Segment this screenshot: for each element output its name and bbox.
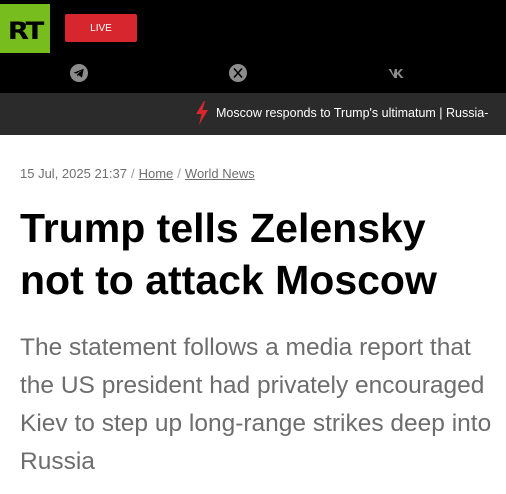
x-icon[interactable] [228, 63, 248, 83]
live-button[interactable]: LIVE [65, 14, 137, 42]
breadcrumb-separator: / [177, 166, 181, 181]
top-bar: RT LIVE [0, 0, 506, 93]
breadcrumb-world-news-link[interactable]: World News [185, 166, 255, 181]
ticker-headline-link[interactable]: Moscow responds to Trump's ultimatum | R… [216, 106, 488, 120]
breadcrumb-home-link[interactable]: Home [139, 166, 174, 181]
rt-logo[interactable]: RT [0, 4, 50, 53]
article-summary: The statement follows a media report tha… [20, 334, 492, 475]
breadcrumb-separator: / [130, 166, 135, 181]
publish-date: 15 Jul, 2025 21:37 [20, 166, 127, 181]
vk-icon[interactable] [387, 63, 407, 83]
article-meta: 15 Jul, 2025 21:37/Home / World News [20, 166, 255, 181]
telegram-icon[interactable] [69, 63, 89, 83]
article-headline: Trump tells Zelensky not to attack Mosco… [20, 205, 437, 303]
lightning-icon [195, 101, 209, 130]
news-ticker: Moscow responds to Trump's ultimatum | R… [0, 93, 506, 135]
logo-text: RT [7, 17, 45, 45]
